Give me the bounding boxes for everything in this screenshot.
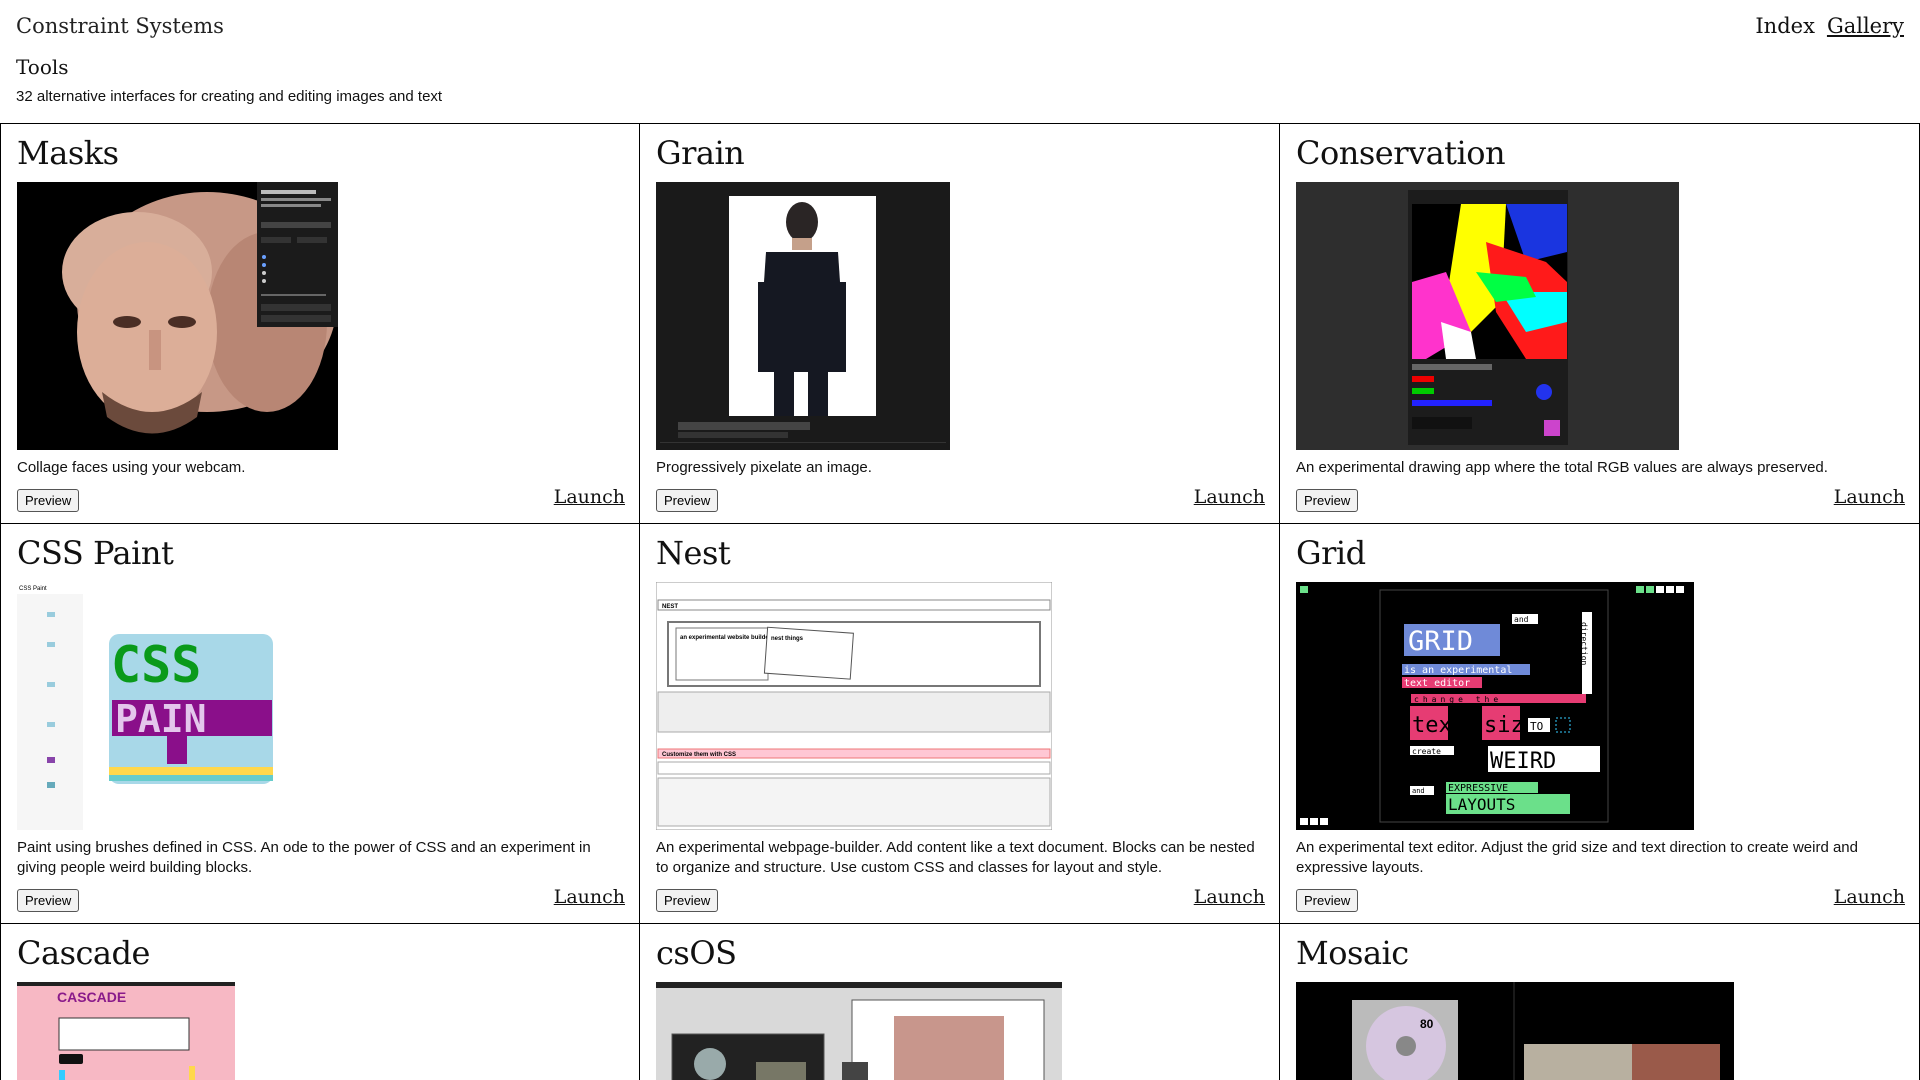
grid-word-weird: WEIRD: [1490, 749, 1556, 774]
css-paint-word-pain: PAIN: [115, 697, 207, 741]
preview-button[interactable]: Preview: [17, 889, 80, 912]
tool-thumbnail[interactable]: [17, 182, 338, 450]
nest-thumbnail-image: NEST an experimental website builder nes…: [656, 582, 1052, 830]
grid-word-direction: direction: [1580, 622, 1589, 666]
header: Constraint Systems Index Gallery Tools 32…: [0, 0, 1920, 124]
section-subtitle: 32 alternative interfaces for creating a…: [16, 88, 443, 105]
tool-thumbnail[interactable]: GRID and is an experimental text editor …: [1296, 582, 1694, 830]
grid-word-change-the: change the: [1414, 695, 1502, 704]
launch-link[interactable]: Launch: [1194, 886, 1265, 908]
tool-card-grain: Grain Progressively pixelate an image. P…: [640, 124, 1280, 524]
launch-link[interactable]: Launch: [1834, 486, 1905, 508]
grid-thumbnail-image: GRID and is an experimental text editor …: [1296, 582, 1694, 830]
tool-description: Paint using brushes defined in CSS. An o…: [17, 839, 591, 876]
grid-word-and-2: and: [1412, 787, 1425, 795]
tool-title: csOS: [656, 934, 737, 972]
tool-title: Grid: [1296, 534, 1366, 572]
tool-description: Collage faces using your webcam.: [17, 459, 246, 476]
tool-card-cascade: Cascade CASCADE: [0, 924, 640, 1080]
cascade-app-title: CASCADE: [57, 989, 126, 1005]
launch-link[interactable]: Launch: [1194, 486, 1265, 508]
csos-thumbnail-image: [656, 982, 1062, 1080]
nest-app-label: NEST: [662, 604, 678, 610]
grid-word-expressive: EXPRESSIVE: [1448, 783, 1508, 794]
tool-title: Masks: [17, 134, 119, 172]
tools-grid: Masks Collage faces using your webcam. P…: [0, 123, 1920, 1080]
tool-card-masks: Masks Collage faces using your webcam. P…: [0, 124, 640, 524]
tool-card-mosaic: Mosaic 80: [1280, 924, 1920, 1080]
tool-title: Mosaic: [1296, 934, 1409, 972]
tool-title: CSS Paint: [17, 534, 174, 572]
preview-button[interactable]: Preview: [17, 489, 80, 512]
tool-thumbnail[interactable]: NEST an experimental website builder nes…: [656, 582, 1052, 830]
nest-css-label: Customize them with CSS: [662, 752, 736, 758]
css-paint-app-label: CSS Paint: [19, 586, 47, 592]
section-title: Tools: [16, 55, 69, 79]
tool-description: An experimental webpage-builder. Add con…: [656, 839, 1255, 876]
nest-nested-label: nest things: [771, 636, 804, 642]
tool-thumbnail[interactable]: [1296, 182, 1679, 450]
tool-card-css-paint: CSS Paint CSS Paint CSS PAIN Paint using…: [0, 524, 640, 924]
preview-button[interactable]: Preview: [656, 889, 719, 912]
tool-title: Cascade: [17, 934, 150, 972]
grid-word-text: text: [1412, 713, 1465, 738]
css-paint-word-css: CSS: [111, 636, 201, 694]
tool-title: Conservation: [1296, 134, 1506, 172]
tool-card-nest: Nest NEST an experimental website builde…: [640, 524, 1280, 924]
mosaic-number-label: 80: [1420, 1017, 1434, 1031]
tool-thumbnail[interactable]: 80: [1296, 982, 1734, 1080]
launch-link[interactable]: Launch: [1834, 886, 1905, 908]
masks-thumbnail-image: [17, 182, 338, 450]
grid-word-to: TO: [1530, 720, 1543, 733]
tool-title: Grain: [656, 134, 745, 172]
tool-thumbnail[interactable]: CASCADE: [17, 982, 235, 1080]
grid-word-grid: GRID: [1408, 626, 1473, 657]
grid-word-create: create: [1412, 747, 1441, 756]
grid-word-and: and: [1514, 615, 1529, 624]
preview-button[interactable]: Preview: [1296, 489, 1359, 512]
preview-button[interactable]: Preview: [656, 489, 719, 512]
nest-block-label: an experimental website builder: [680, 635, 772, 641]
launch-link[interactable]: Launch: [554, 486, 625, 508]
nav-link-index[interactable]: Index: [1755, 14, 1815, 38]
grain-thumbnail-image: [656, 182, 950, 450]
css-paint-thumbnail-image: CSS Paint CSS PAIN: [17, 582, 300, 830]
grid-word-experimental: is an experimental: [1404, 665, 1512, 676]
site-title[interactable]: Constraint Systems: [16, 14, 224, 38]
tool-title: Nest: [656, 534, 731, 572]
conservation-thumbnail-image: [1296, 182, 1679, 450]
tool-thumbnail[interactable]: [656, 982, 1062, 1080]
grid-word-text-editor: text editor: [1404, 678, 1470, 689]
mosaic-thumbnail-image: 80: [1296, 982, 1734, 1080]
launch-link[interactable]: Launch: [554, 886, 625, 908]
tool-card-grid: Grid GRID and is an experimental text ed…: [1280, 524, 1920, 924]
tool-description: Progressively pixelate an image.: [656, 459, 872, 476]
preview-button[interactable]: Preview: [1296, 889, 1359, 912]
tool-description: An experimental drawing app where the to…: [1296, 459, 1828, 476]
nav: Index Gallery: [1743, 14, 1904, 38]
grid-word-layouts: LAYOUTS: [1448, 795, 1515, 814]
tool-card-csos: csOS: [640, 924, 1280, 1080]
cascade-thumbnail-image: CASCADE: [17, 982, 235, 1080]
nav-link-gallery[interactable]: Gallery: [1827, 14, 1904, 38]
tool-description: An experimental text editor. Adjust the …: [1296, 839, 1858, 876]
tool-thumbnail[interactable]: CSS Paint CSS PAIN: [17, 582, 300, 830]
tool-thumbnail[interactable]: [656, 182, 950, 450]
tool-card-conservation: Conservation An experimental drawing app…: [1280, 124, 1920, 524]
